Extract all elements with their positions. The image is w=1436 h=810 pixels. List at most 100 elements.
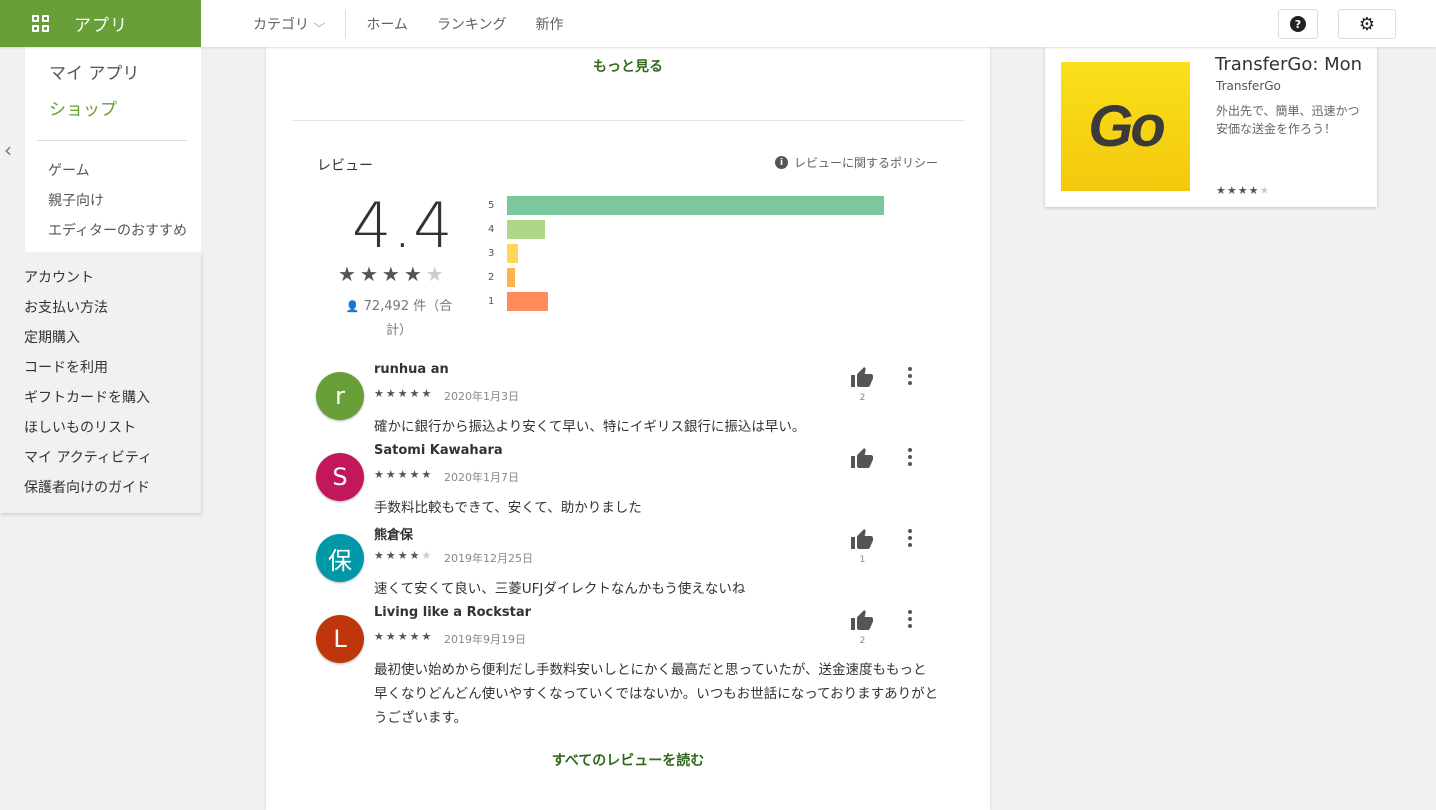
histogram-label: 2 — [488, 272, 495, 283]
parent-guide-link[interactable]: 保護者向けのガイド — [24, 477, 150, 497]
star-icon: ★ — [359, 262, 382, 286]
review-policy-link[interactable]: i レビューに関するポリシー — [775, 154, 938, 171]
reviewer-name: 熊倉保 — [374, 528, 414, 543]
help-button[interactable]: ? — [1278, 9, 1318, 39]
half-star-icon: ★ — [425, 262, 448, 286]
help-icon: ? — [1290, 16, 1306, 32]
star-icon: ★ — [421, 387, 434, 400]
redeem-code-link[interactable]: コードを利用 — [24, 357, 108, 377]
star-icon: ★ — [1237, 184, 1249, 197]
review-stars: ★★★★★ — [374, 549, 433, 562]
read-all-reviews-link[interactable]: すべてのレビューを読む — [266, 750, 990, 770]
nav-home[interactable]: ホーム — [366, 14, 417, 34]
helpful-count: 2 — [859, 393, 866, 403]
review-date: 2020年1月3日 — [444, 390, 519, 403]
histogram-label: 5 — [488, 200, 495, 211]
sidebar-item-games[interactable]: ゲーム — [48, 160, 90, 180]
review-text: 手数料比較もできて、安くて、助かりました — [374, 500, 642, 516]
reviewer-name: runhua an — [374, 362, 449, 377]
show-more-link[interactable]: もっと見る — [266, 56, 990, 76]
star-icon: ★ — [1259, 184, 1271, 197]
app-developer[interactable]: TransferGo — [1216, 79, 1281, 93]
star-icon: ★ — [385, 468, 398, 481]
category-dropdown[interactable]: カテゴリ ⌵ — [253, 9, 347, 38]
star-icon: ★ — [421, 549, 434, 562]
main-content: もっと見る レビュー i レビューに関するポリシー 4.4 ★★★★★ 👤 72… — [266, 47, 990, 810]
thumbs-up-icon[interactable] — [850, 609, 874, 631]
more-options-icon[interactable] — [908, 367, 914, 388]
top-bar: アプリ カテゴリ ⌵ ホーム ランキング 新作 ? ⚙ — [0, 0, 1436, 47]
subscriptions-link[interactable]: 定期購入 — [24, 327, 80, 347]
helpful-count: 2 — [859, 636, 866, 646]
chevron-down-icon: ⌵ — [313, 16, 326, 30]
star-icon: ★ — [374, 387, 386, 400]
histogram-label: 1 — [488, 296, 495, 307]
app-icon-logo: Go — [1088, 94, 1166, 159]
review-date: 2019年12月25日 — [444, 552, 533, 565]
more-options-icon[interactable] — [908, 529, 914, 550]
star-icon: ★ — [421, 630, 434, 643]
similar-app-card[interactable]: Go TransferGo: Money Transfer TransferGo… — [1045, 47, 1377, 207]
star-icon: ★ — [409, 387, 422, 400]
wishlist-link[interactable]: ほしいものリスト — [24, 417, 136, 437]
sidebar-divider — [37, 140, 187, 141]
account-link[interactable]: アカウント — [24, 267, 94, 287]
app-icon[interactable]: Go — [1061, 62, 1190, 191]
avatar[interactable]: r — [316, 372, 364, 420]
settings-button[interactable]: ⚙ — [1338, 9, 1396, 39]
star-icon: ★ — [1248, 184, 1260, 197]
histogram-label: 4 — [488, 224, 495, 235]
review-stars: ★★★★★ — [374, 630, 433, 643]
apps-brand[interactable]: アプリ — [0, 0, 201, 47]
star-icon: ★ — [338, 262, 360, 286]
sidebar-item-editors-choice[interactable]: エディターのおすすめ — [48, 220, 187, 240]
review-policy-label: レビューに関するポリシー — [794, 156, 939, 170]
rating-score: 4.4 — [352, 189, 454, 262]
thumbs-up-icon[interactable] — [850, 447, 874, 469]
star-icon: ★ — [409, 468, 422, 481]
histogram-bar — [507, 268, 515, 287]
gear-icon: ⚙ — [1358, 13, 1376, 35]
star-icon: ★ — [397, 387, 410, 400]
nav-new[interactable]: 新作 — [536, 14, 573, 34]
avatar[interactable]: 保 — [316, 534, 364, 582]
star-icon: ★ — [397, 549, 410, 562]
star-icon: ★ — [1226, 184, 1238, 197]
sidebar-item-shop[interactable]: ショップ — [49, 95, 117, 120]
chevron-left-icon[interactable]: ‹ — [4, 138, 12, 162]
rating-count: 👤 72,492 件（合計） — [344, 295, 454, 343]
avatar[interactable]: L — [316, 615, 364, 663]
star-icon: ★ — [385, 387, 398, 400]
review-date: 2020年1月7日 — [444, 471, 519, 484]
reviews-heading: レビュー — [317, 158, 373, 174]
star-icon: ★ — [409, 630, 422, 643]
thumbs-up-icon[interactable] — [850, 528, 874, 550]
account-menu: アカウント お支払い方法 定期購入 コードを利用 ギフトカードを購入 ほしいもの… — [0, 252, 201, 513]
sidebar-nav: マイ アプリ ショップ ゲーム 親子向け エディターのおすすめ — [25, 47, 201, 252]
review-stars: ★★★★★ — [374, 387, 433, 400]
payment-methods-link[interactable]: お支払い方法 — [24, 297, 108, 317]
thumbs-up-icon[interactable] — [850, 366, 874, 388]
person-icon: 👤 — [345, 300, 360, 313]
star-icon: ★ — [381, 262, 404, 286]
app-title[interactable]: TransferGo: Money Transfer — [1215, 54, 1361, 75]
nav-ranking[interactable]: ランキング — [437, 14, 516, 34]
more-options-icon[interactable] — [908, 448, 914, 469]
apps-label: アプリ — [74, 16, 128, 36]
review-date: 2019年9月19日 — [444, 633, 526, 646]
review-stars: ★★★★★ — [374, 468, 433, 481]
rating-count-text: 72,492 件（合計） — [363, 299, 453, 338]
app-rating-stars: ★★★★★ — [1216, 184, 1270, 197]
app-description: 外出先で、簡単、迅速かつ安価な送金を作ろう！ — [1216, 104, 1360, 136]
star-icon: ★ — [374, 630, 386, 643]
more-options-icon[interactable] — [908, 610, 914, 631]
sidebar-item-my-apps[interactable]: マイ アプリ — [49, 59, 139, 84]
star-icon: ★ — [385, 549, 398, 562]
histogram-label: 3 — [488, 248, 495, 259]
rating-stars: ★★★★★ — [338, 262, 448, 286]
sidebar-item-family[interactable]: 親子向け — [48, 190, 104, 210]
avatar[interactable]: S — [316, 453, 364, 501]
my-activity-link[interactable]: マイ アクティビティ — [24, 447, 152, 467]
buy-gift-card-link[interactable]: ギフトカードを購入 — [24, 387, 150, 407]
star-icon: ★ — [1216, 184, 1227, 197]
